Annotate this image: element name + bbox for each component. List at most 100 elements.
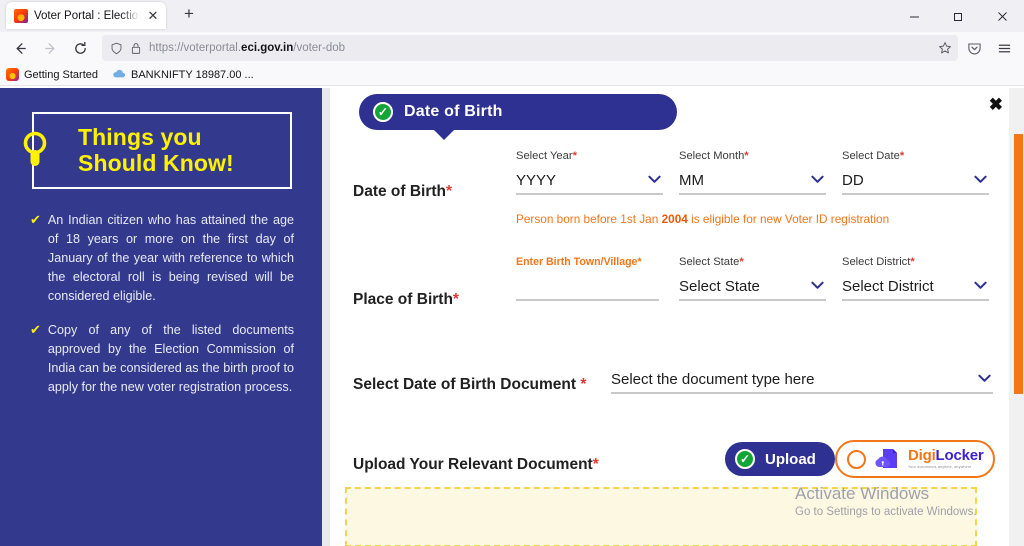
list-item: ✔ Copy of any of the listed documents ap… (30, 321, 294, 398)
maximize-icon[interactable] (936, 0, 980, 32)
toolbar-right-actions (960, 35, 1018, 61)
select-year-label: Select Year* (516, 150, 577, 162)
select-date-value: DD (842, 171, 864, 189)
dob-section-badge: ✓ Date of Birth (359, 94, 677, 130)
select-district-field: Select District* Select District (842, 256, 989, 301)
check-circle-icon: ✓ (373, 102, 393, 122)
minimize-icon[interactable] (892, 0, 936, 32)
dob-section-header: ✓ Date of Birth (359, 94, 677, 140)
browser-tab[interactable]: Voter Portal : Election Commiss ✕ (6, 2, 166, 29)
hamburger-menu-icon[interactable] (990, 35, 1018, 61)
page-scrollbar-thumb[interactable] (1014, 134, 1023, 394)
bookmark-star-icon[interactable] (932, 36, 958, 60)
chevron-down-icon (648, 174, 663, 186)
check-icon: ✔ (30, 211, 41, 227)
chevron-down-icon (811, 280, 826, 292)
digilocker-tagline: Your documents anytime, anywhere (908, 465, 972, 470)
check-circle-icon: ✓ (735, 449, 755, 469)
firefox-icon (6, 68, 19, 81)
shield-icon (110, 42, 123, 55)
required-asterisk: * (452, 291, 459, 308)
file-dropzone[interactable] (345, 487, 977, 546)
select-state-label: Select State* (679, 256, 744, 268)
forward-icon[interactable] (36, 35, 64, 61)
required-asterisk: * (580, 376, 587, 393)
pocket-icon[interactable] (960, 35, 988, 61)
bullet-text: An Indian citizen who has attained the a… (47, 212, 294, 304)
reload-icon[interactable] (66, 35, 94, 61)
select-date-label: Select Date* (842, 150, 905, 162)
document-type-field: Select the document type here (611, 366, 993, 394)
select-state-dropdown[interactable]: Select State (679, 273, 826, 301)
close-icon[interactable]: ✕ (146, 9, 160, 23)
place-of-birth-row-label: Place of Birth* (353, 291, 459, 309)
dob-section-title: Date of Birth (404, 103, 503, 120)
row-label-text: Place of Birth (353, 291, 453, 308)
url-domain: eci.gov.in (241, 42, 294, 54)
sidebar-bullet-list: ✔ An Indian citizen who has attained the… (24, 211, 298, 397)
digilocker-cloud-doc-icon (874, 447, 900, 471)
tab-title: Voter Portal : Election Commiss (34, 9, 140, 22)
list-item: ✔ An Indian citizen who has attained the… (30, 211, 294, 307)
date-of-birth-row-label: Date of Birth* (353, 183, 452, 201)
select-date-field: Select Date* DD (842, 150, 989, 195)
required-asterisk: * (592, 456, 599, 473)
bookmarks-bar: Getting Started BANKNIFTY 18987.00 ... (0, 64, 1024, 86)
select-month-label: Select Month* (679, 150, 749, 162)
digilocker-wordmark: DigiLocker Your documents anytime, anywh… (908, 448, 984, 470)
bookmark-getting-started[interactable]: Getting Started (6, 68, 98, 81)
digilocker-radio[interactable] (847, 449, 866, 469)
birth-town-input[interactable] (516, 273, 659, 301)
birth-town-field: Enter Birth Town/Village* (516, 256, 659, 301)
sidebar-title-line1: Things you (78, 124, 202, 150)
upload-document-row-label: Upload Your Relevant Document* (353, 456, 599, 474)
bookmark-label: Getting Started (24, 68, 98, 81)
birth-town-label: Enter Birth Town/Village* (516, 256, 642, 268)
row-label-text: Upload Your Relevant Document (353, 456, 593, 473)
chevron-down-icon (811, 174, 826, 186)
select-date-dropdown[interactable]: DD (842, 167, 989, 195)
select-state-value: Select State (679, 277, 760, 295)
bullet-text: Copy of any of the listed documents appr… (47, 322, 294, 394)
select-year-dropdown[interactable]: YYYY (516, 167, 663, 195)
bookmark-banknifty[interactable]: BANKNIFTY 18987.00 ... (112, 68, 254, 81)
select-state-field: Select State* Select State (679, 256, 826, 301)
dob-eligibility-note: Person born before 1st Jan 2004 is eligi… (516, 212, 890, 226)
back-icon[interactable] (6, 35, 34, 61)
url-path: /voter-dob (293, 42, 346, 54)
required-asterisk: * (446, 183, 453, 200)
select-district-label: Select District* (842, 256, 915, 268)
check-icon: ✔ (30, 321, 41, 337)
cloud-icon (112, 68, 126, 81)
page-viewport: Things you Should Know! ✔ An Indian citi… (0, 88, 1024, 546)
window-controls (892, 0, 1024, 32)
url-bar[interactable]: https://voterportal.eci.gov.in/voter-dob (102, 35, 958, 61)
firefox-favicon-icon (14, 8, 28, 23)
select-district-dropdown[interactable]: Select District (842, 273, 989, 301)
new-tab-button[interactable]: + (176, 2, 202, 28)
select-district-value: Select District (842, 277, 934, 295)
note-year: 2004 (661, 212, 688, 226)
document-type-value: Select the document type here (611, 370, 815, 388)
chevron-down-icon (974, 174, 989, 186)
dob-form-panel: ✓ Date of Birth ✖ Date of Birth* Select … (330, 88, 1024, 546)
digilocker-button[interactable]: DigiLocker Your documents anytime, anywh… (835, 440, 995, 478)
window-close-icon[interactable] (980, 0, 1024, 32)
select-year-value: YYYY (516, 171, 557, 189)
dob-document-row-label: Select Date of Birth Document * (353, 376, 586, 394)
chevron-down-icon (974, 280, 989, 292)
page-scrollbar[interactable] (1009, 88, 1024, 546)
badge-tail (433, 129, 455, 140)
things-you-should-know-sidebar: Things you Should Know! ✔ An Indian citi… (0, 88, 322, 546)
document-type-dropdown[interactable]: Select the document type here (611, 366, 993, 394)
select-month-dropdown[interactable]: MM (679, 167, 826, 195)
panel-close-icon[interactable]: ✖ (985, 94, 1007, 115)
sidebar-divider (322, 88, 330, 546)
digilocker-name: DigiLocker (908, 447, 984, 465)
lightbulb-icon (20, 126, 50, 174)
chevron-down-icon (978, 373, 993, 385)
select-month-field: Select Month* MM (679, 150, 826, 195)
select-month-value: MM (679, 171, 704, 189)
upload-button[interactable]: ✓ Upload (725, 442, 835, 476)
url-text: https://voterportal.eci.gov.in/voter-dob (149, 42, 345, 54)
